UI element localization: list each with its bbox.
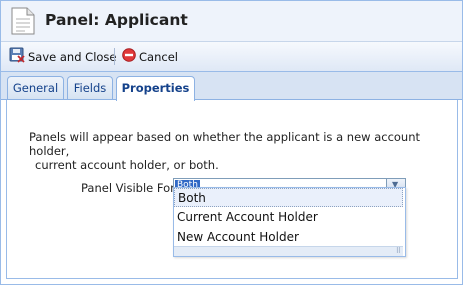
cancel-icon <box>122 48 139 65</box>
option-new-account-holder[interactable]: New Account Holder <box>174 228 403 247</box>
panel-editor-window: Panel: Applicant Save and Close Cancel G… <box>0 0 463 285</box>
panel-visible-for-label: Panel Visible For: <box>81 181 179 195</box>
option-both[interactable]: Both <box>174 188 403 207</box>
save-close-icon <box>9 47 28 66</box>
toolbar: Save and Close Cancel <box>1 42 462 72</box>
info-line: current account holder, or both. <box>35 158 219 172</box>
dropdown-resize-handle[interactable]: ⠿ <box>174 246 403 256</box>
tab-strip: General Fields Properties <box>1 72 462 101</box>
tab-general[interactable]: General <box>7 76 64 99</box>
resize-grip-icon: ⠿ <box>395 247 401 255</box>
save-and-close-button[interactable]: Save and Close <box>9 46 117 67</box>
save-and-close-label: Save and Close <box>28 49 117 64</box>
toolbar-separator <box>114 48 115 65</box>
info-line: Panels will appear based on whether the … <box>29 130 421 158</box>
visible-for-dropdown-list: Both Current Account Holder New Account … <box>173 187 406 257</box>
document-icon <box>11 7 35 39</box>
visibility-info-text: Panels will appear based on whether the … <box>29 130 429 172</box>
tab-properties[interactable]: Properties <box>116 76 195 101</box>
title-bar: Panel: Applicant <box>1 1 462 42</box>
panel-title: Panel: Applicant <box>45 11 188 29</box>
tab-fields[interactable]: Fields <box>67 76 113 99</box>
cancel-button[interactable]: Cancel <box>122 46 178 67</box>
cancel-label: Cancel <box>139 49 178 64</box>
option-current-account-holder[interactable]: Current Account Holder <box>174 208 403 227</box>
